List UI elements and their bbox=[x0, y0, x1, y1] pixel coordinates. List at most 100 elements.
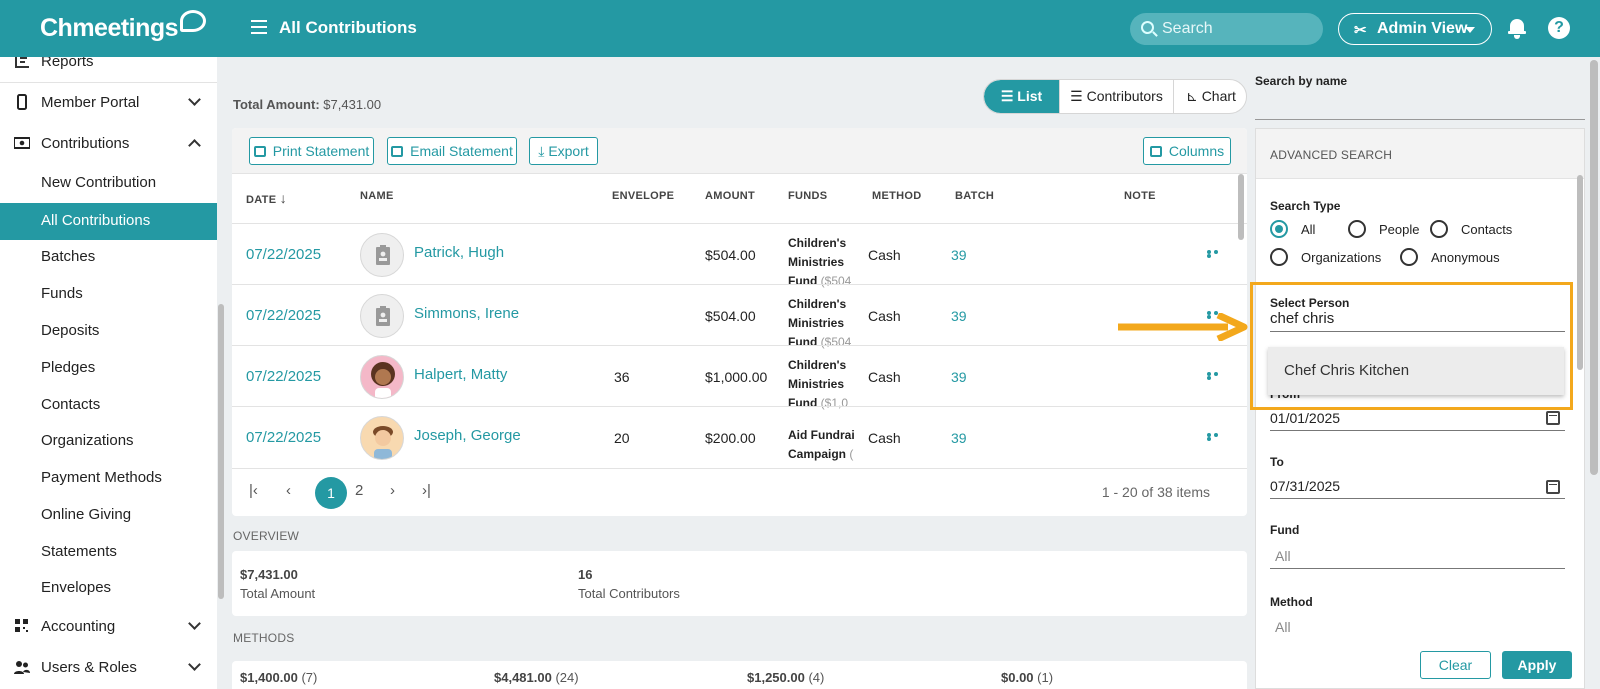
sidebar-item-pledges[interactable]: Pledges bbox=[0, 350, 217, 387]
prev-page-icon[interactable]: ‹ bbox=[286, 482, 291, 499]
sidebar-item-label: Payment Methods bbox=[41, 469, 162, 486]
contributor-name-link[interactable]: Patrick, Hugh bbox=[414, 244, 504, 261]
grid-scrollbar[interactable] bbox=[1238, 174, 1244, 240]
batch-link[interactable]: 39 bbox=[951, 430, 967, 446]
sidebar-item-reports[interactable]: Reports bbox=[0, 57, 217, 81]
chevron-down-icon bbox=[188, 617, 201, 630]
amount-value: $200.00 bbox=[705, 430, 756, 446]
table-row[interactable]: 07/22/2025 Patrick, Hugh $504.00 Childre… bbox=[232, 223, 1247, 288]
fund-line: Ministries bbox=[788, 255, 845, 269]
sidebar-item-funds[interactable]: Funds bbox=[0, 276, 217, 313]
sidebar-item-online-giving[interactable]: Online Giving bbox=[0, 497, 217, 534]
email-statement-button[interactable]: Email Statement bbox=[387, 137, 517, 165]
logo-bubble-icon bbox=[180, 10, 207, 32]
calendar-icon[interactable] bbox=[1546, 480, 1560, 494]
bell-icon[interactable] bbox=[1508, 17, 1526, 39]
sidebar-item-deposits[interactable]: Deposits bbox=[0, 313, 217, 350]
search-by-name-input[interactable] bbox=[1255, 92, 1585, 120]
page-2-button[interactable]: 2 bbox=[355, 482, 363, 499]
more-actions-icon[interactable] bbox=[1207, 433, 1227, 441]
print-statement-label: Print Statement bbox=[272, 143, 370, 159]
column-header-date[interactable]: DATE ↓ bbox=[246, 190, 287, 206]
help-icon[interactable]: ? bbox=[1548, 17, 1570, 39]
sidebar-item-batches[interactable]: Batches bbox=[0, 239, 217, 276]
tab-chart[interactable]: ⊾ Chart bbox=[1174, 80, 1246, 113]
table-row[interactable]: 07/22/2025 Halpert, Matty 36 $1,000.00 C… bbox=[232, 345, 1247, 410]
column-header-envelope[interactable]: ENVELOPE bbox=[612, 190, 674, 202]
date-link[interactable]: 07/22/2025 bbox=[246, 368, 321, 385]
sidebar-scrollbar[interactable] bbox=[218, 304, 224, 599]
page-1-button[interactable]: 1 bbox=[315, 477, 347, 509]
funds-value: Children's Ministries Fund ($1,0 bbox=[788, 356, 860, 413]
first-page-icon[interactable]: |‹ bbox=[249, 482, 258, 499]
more-actions-icon[interactable] bbox=[1207, 250, 1227, 258]
hamburger-menu-icon[interactable] bbox=[251, 20, 267, 34]
global-search[interactable] bbox=[1130, 13, 1323, 45]
sidebar-item-users-roles[interactable]: Users & Roles bbox=[0, 650, 217, 687]
tab-contributors[interactable]: ☰ Contributors bbox=[1060, 80, 1173, 113]
date-link[interactable]: 07/22/2025 bbox=[246, 429, 321, 446]
date-link[interactable]: 07/22/2025 bbox=[246, 307, 321, 324]
last-page-icon[interactable]: ›| bbox=[422, 482, 431, 499]
radio-checked-icon bbox=[1270, 220, 1288, 238]
sidebar-item-contributions[interactable]: Contributions bbox=[0, 126, 217, 163]
contributor-name-link[interactable]: Joseph, George bbox=[414, 427, 521, 444]
inbox-icon bbox=[391, 146, 404, 157]
page-scrollbar[interactable] bbox=[1590, 60, 1598, 475]
column-header-funds[interactable]: FUNDS bbox=[788, 190, 827, 202]
print-statement-button[interactable]: Print Statement bbox=[249, 137, 374, 165]
global-search-input[interactable] bbox=[1162, 19, 1312, 39]
sidebar-item-payment-methods[interactable]: Payment Methods bbox=[0, 460, 217, 497]
column-header-amount[interactable]: AMOUNT bbox=[705, 190, 755, 202]
total-amount-value: $7,431.00 bbox=[323, 97, 382, 112]
overview-card: $7,431.00 Total Amount 16 Total Contribu… bbox=[232, 551, 1247, 616]
tools-icon: ✂ bbox=[1354, 22, 1367, 39]
sidebar-item-organizations[interactable]: Organizations bbox=[0, 423, 217, 460]
table-row[interactable]: 07/22/2025 Simmons, Irene $504.00 Childr… bbox=[232, 284, 1247, 349]
column-header-batch[interactable]: BATCH bbox=[955, 190, 994, 202]
tab-list[interactable]: ☰ List bbox=[984, 80, 1059, 113]
sidebar-item-label: Contributions bbox=[41, 135, 130, 152]
batch-link[interactable]: 39 bbox=[951, 369, 967, 385]
column-header-method[interactable]: METHOD bbox=[872, 190, 921, 202]
admin-view-dropdown[interactable]: ✂ Admin View bbox=[1338, 13, 1492, 45]
columns-button[interactable]: Columns bbox=[1143, 137, 1231, 165]
column-header-note[interactable]: NOTE bbox=[1124, 190, 1156, 202]
apply-button[interactable]: Apply bbox=[1502, 651, 1572, 679]
date-link[interactable]: 07/22/2025 bbox=[246, 246, 321, 263]
envelope-value: 36 bbox=[614, 369, 630, 385]
sidebar-item-contacts[interactable]: Contacts bbox=[0, 387, 217, 424]
more-actions-icon[interactable] bbox=[1207, 372, 1227, 380]
report-icon bbox=[15, 57, 29, 68]
sidebar-item-accounting[interactable]: Accounting bbox=[0, 609, 217, 646]
search-type-label: Search Type bbox=[1270, 199, 1341, 213]
contributions-grid: Print Statement Email Statement ⤓ Export… bbox=[232, 128, 1247, 516]
logo[interactable]: Chmeetings bbox=[40, 10, 207, 43]
calendar-icon[interactable] bbox=[1546, 411, 1560, 425]
radio-unchecked-icon bbox=[1270, 248, 1288, 266]
fund-line: Children's bbox=[788, 358, 847, 372]
sidebar-item-all-contributions[interactable]: All Contributions bbox=[0, 203, 217, 240]
batch-link[interactable]: 39 bbox=[951, 247, 967, 263]
clear-button[interactable]: Clear bbox=[1420, 651, 1491, 679]
contributor-name-link[interactable]: Simmons, Irene bbox=[414, 305, 519, 322]
contributor-name-link[interactable]: Halpert, Matty bbox=[414, 366, 507, 383]
batch-link[interactable]: 39 bbox=[951, 308, 967, 324]
to-date-input[interactable] bbox=[1270, 473, 1565, 499]
sidebar-item-new-contribution[interactable]: New Contribution bbox=[0, 165, 217, 202]
panel-scrollbar[interactable] bbox=[1577, 175, 1583, 370]
export-button[interactable]: ⤓ Export bbox=[529, 137, 598, 165]
fund-select[interactable] bbox=[1270, 543, 1565, 569]
sidebar-item-label: Batches bbox=[41, 248, 96, 265]
next-page-icon[interactable]: › bbox=[390, 482, 395, 499]
tab-label: Contributors bbox=[1086, 88, 1163, 104]
sidebar-item-envelopes[interactable]: Envelopes bbox=[0, 570, 217, 607]
avatar-placeholder bbox=[360, 294, 404, 338]
column-header-name[interactable]: NAME bbox=[360, 190, 394, 202]
sidebar-item-statements[interactable]: Statements bbox=[0, 534, 217, 571]
sidebar-item-member-portal[interactable]: Member Portal bbox=[0, 85, 217, 122]
search-by-name-label: Search by name bbox=[1255, 74, 1348, 88]
method-select[interactable] bbox=[1270, 614, 1565, 640]
table-row[interactable]: 07/22/2025 Joseph, George 20 $200.00 Aid… bbox=[232, 406, 1247, 468]
annotation-arrow-icon bbox=[1118, 313, 1248, 341]
